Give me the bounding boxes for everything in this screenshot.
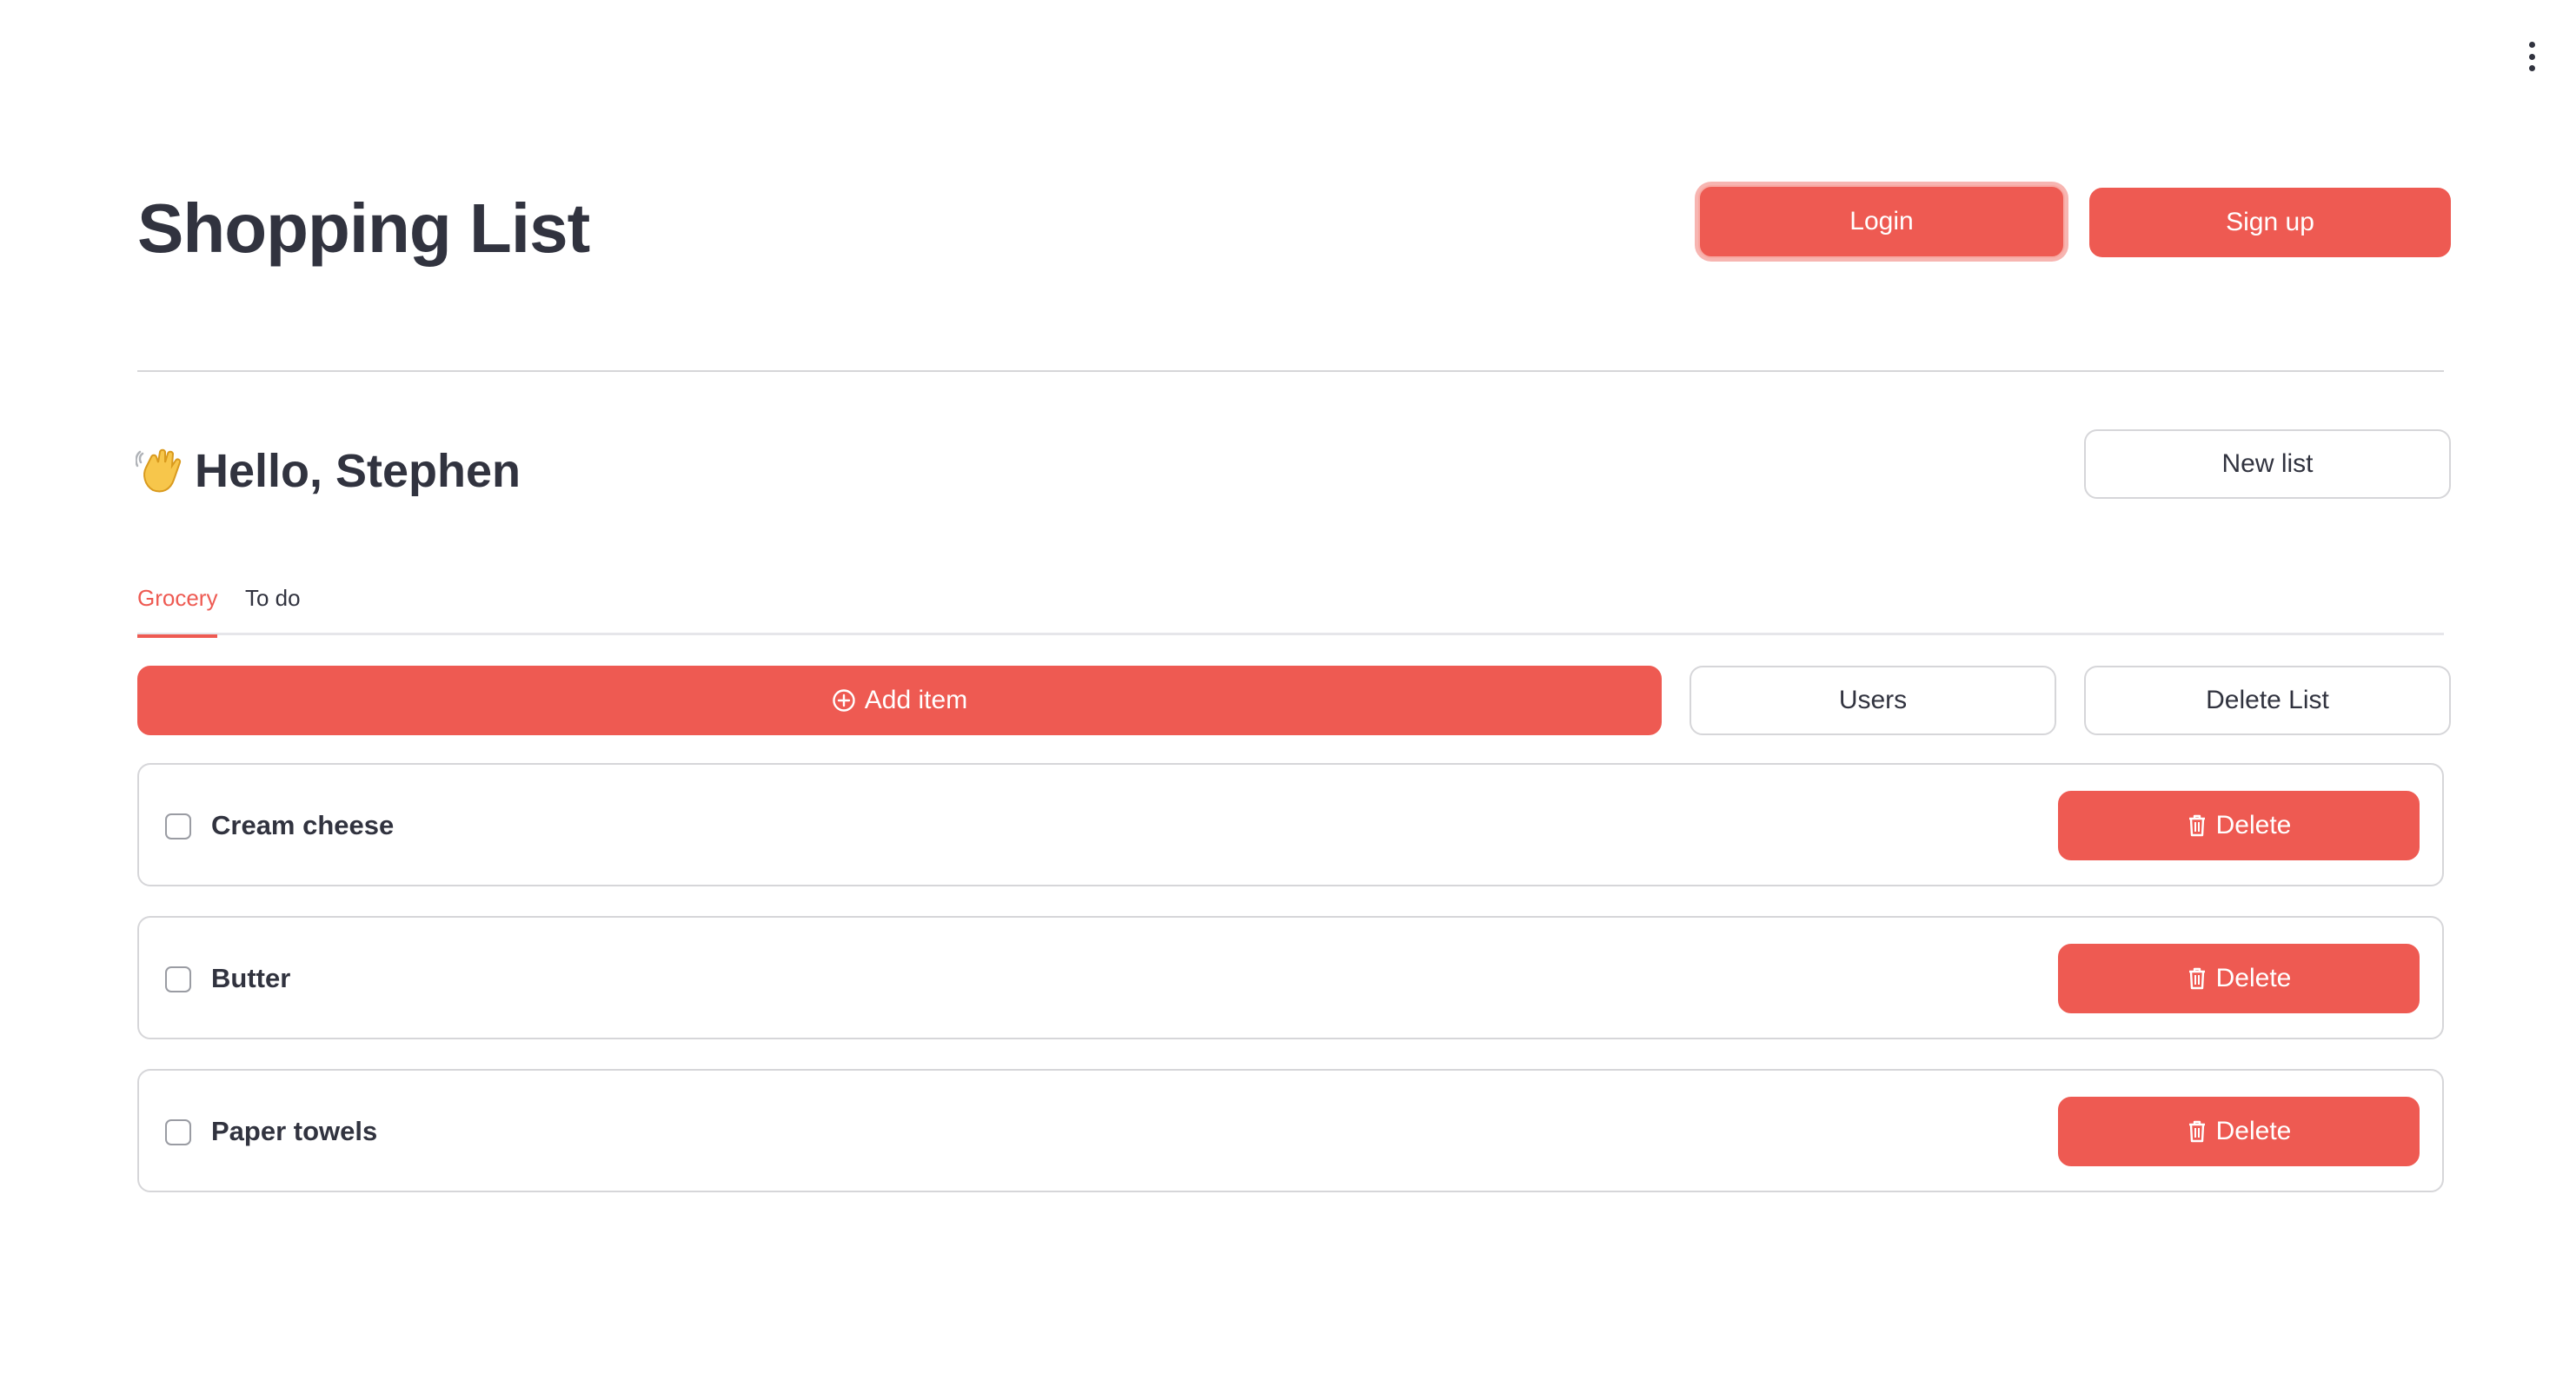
- new-list-button[interactable]: New list: [2084, 429, 2451, 499]
- tab-grocery[interactable]: Grocery: [137, 578, 218, 638]
- login-button[interactable]: Login: [1698, 185, 2065, 258]
- more-options-icon[interactable]: [2520, 42, 2543, 71]
- users-button-label: Users: [1838, 686, 1908, 714]
- kebab-dot: [2528, 53, 2535, 60]
- waving-hand-icon: [136, 449, 182, 493]
- users-button[interactable]: Users: [1690, 666, 2056, 735]
- delete-item-button[interactable]: Delete: [2058, 791, 2420, 860]
- login-button-label: Login: [1849, 207, 1914, 236]
- plus-circle-icon: [833, 689, 855, 712]
- kebab-dot: [2528, 65, 2535, 71]
- signup-button[interactable]: Sign up: [2089, 188, 2451, 257]
- trash-icon: [2188, 814, 2205, 837]
- trash-icon: [2188, 1120, 2205, 1143]
- header-divider: [137, 370, 2444, 372]
- add-item-button-label: Add item: [864, 686, 968, 714]
- delete-list-button-label: Delete List: [2206, 686, 2329, 714]
- delete-list-button[interactable]: Delete List: [2084, 666, 2451, 735]
- list-item: Cream cheese Delete: [137, 763, 2444, 886]
- item-checkbox[interactable]: [165, 1119, 191, 1145]
- tab-to-do[interactable]: To do: [245, 578, 301, 635]
- list-tabs: Grocery To do: [137, 578, 2444, 638]
- trash-icon: [2188, 967, 2205, 990]
- new-list-button-label: New list: [2221, 449, 2314, 478]
- signup-button-label: Sign up: [2226, 208, 2314, 236]
- delete-item-button[interactable]: Delete: [2058, 1097, 2420, 1166]
- delete-item-button-label: Delete: [2215, 964, 2292, 992]
- delete-item-button[interactable]: Delete: [2058, 944, 2420, 1013]
- item-checkbox[interactable]: [165, 813, 191, 840]
- item-label: Butter: [211, 963, 291, 993]
- page-title: Shopping List: [137, 189, 590, 267]
- greeting-heading: Hello, Stephen: [136, 443, 521, 500]
- greeting-text: Hello, Stephen: [195, 445, 521, 497]
- list-item: Paper towels Delete: [137, 1069, 2444, 1192]
- tab-to-do-label: To do: [245, 585, 301, 611]
- add-item-button[interactable]: Add item: [137, 666, 1662, 735]
- item-label: Cream cheese: [211, 810, 395, 840]
- kebab-dot: [2528, 42, 2535, 48]
- item-label: Paper towels: [211, 1116, 378, 1146]
- item-checkbox[interactable]: [165, 966, 191, 992]
- delete-item-button-label: Delete: [2215, 1117, 2292, 1145]
- delete-item-button-label: Delete: [2215, 811, 2292, 840]
- list-item: Butter Delete: [137, 916, 2444, 1039]
- tab-grocery-label: Grocery: [137, 585, 218, 611]
